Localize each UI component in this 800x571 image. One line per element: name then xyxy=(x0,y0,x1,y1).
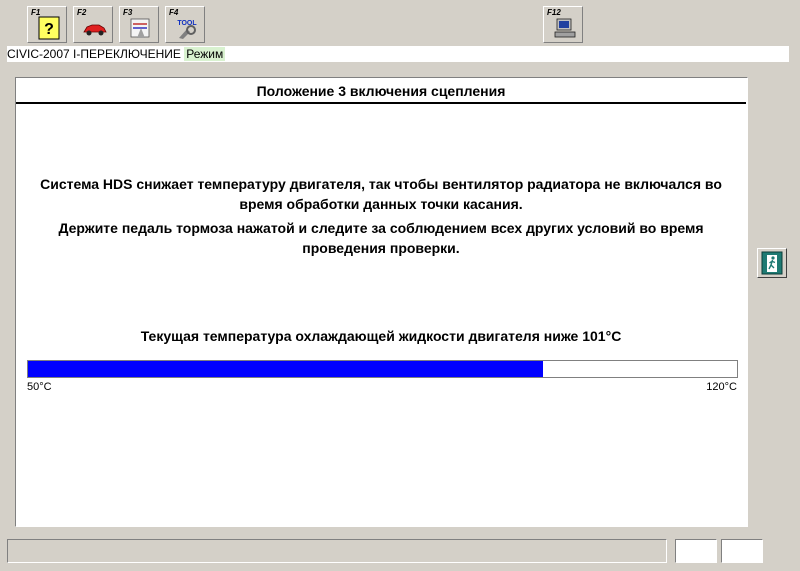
mode-label: Режим xyxy=(184,47,226,61)
status-box-1 xyxy=(675,539,717,563)
help-icon: ? xyxy=(38,16,60,40)
status-message-area xyxy=(7,539,667,563)
bar-min-label: 50°C xyxy=(27,381,52,393)
title-divider xyxy=(16,102,746,104)
temperature-progress-bar xyxy=(27,360,738,378)
tool-icon: TOOL xyxy=(177,20,197,39)
instruction-paragraph-1: Система HDS снижает температуру двигател… xyxy=(40,176,722,212)
status-box-2 xyxy=(721,539,763,563)
page-title: Положение 3 включения сцепления xyxy=(256,83,506,99)
instruction-paragraph-2: Держите педаль тормоза нажатой и следите… xyxy=(58,220,704,256)
status-bar xyxy=(7,539,793,565)
f1-help-button[interactable]: F1 ? xyxy=(27,6,67,43)
temperature-status-text: Текущая температура охлаждающей жидкости… xyxy=(140,328,622,344)
exit-button[interactable] xyxy=(757,248,787,278)
main-panel: Положение 3 включения сцепления Система … xyxy=(15,77,748,527)
f4-tool-button[interactable]: F4 TOOL xyxy=(165,6,205,43)
f3-data-button[interactable]: F3 xyxy=(119,6,159,43)
bar-max-label: 120°C xyxy=(706,381,737,393)
function-name: I-ПЕРЕКЛЮЧЕНИЕ xyxy=(73,47,181,61)
f12-computer-button[interactable]: F12 xyxy=(543,6,583,43)
vehicle-model: CIVIC-2007 xyxy=(7,47,70,61)
temperature-progress-fill xyxy=(28,361,544,377)
exit-door-icon xyxy=(761,251,783,275)
f2-vehicle-button[interactable]: F2 xyxy=(73,6,113,43)
car-icon xyxy=(83,24,107,36)
vehicle-info-bar: CIVIC-2007 I-ПЕРЕКЛЮЧЕНИЕ Режим xyxy=(7,46,789,62)
toolbar: F1 ? F2 F3 F4 TOOL F12 xyxy=(0,0,800,45)
computer-icon xyxy=(554,18,576,38)
svg-text:?: ? xyxy=(44,21,54,38)
svg-text:TOOL: TOOL xyxy=(177,20,197,27)
data-icon xyxy=(130,18,150,38)
